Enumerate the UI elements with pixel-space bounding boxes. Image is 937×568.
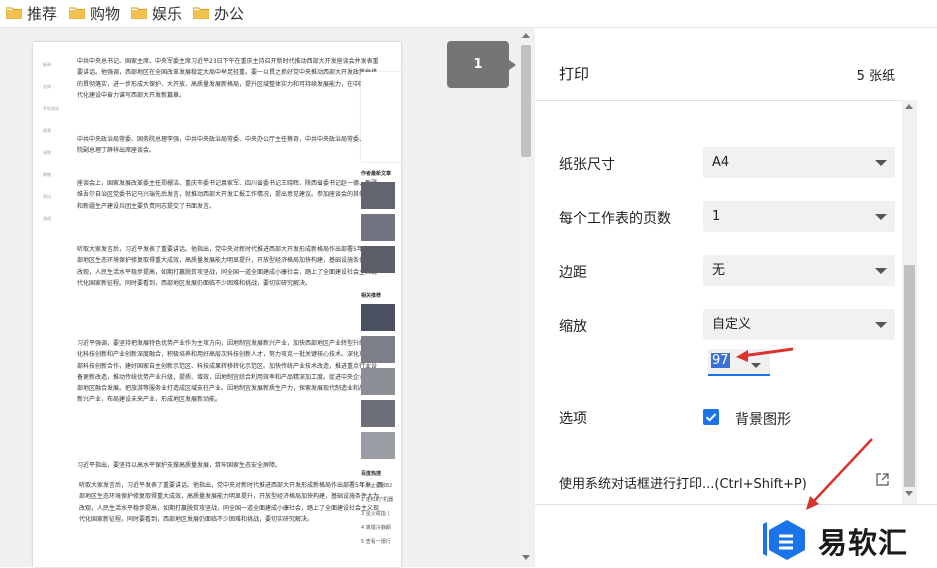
side-card — [361, 72, 401, 162]
bookmark-label: 购物 — [90, 4, 121, 23]
pages-per-sheet-value: 1 — [712, 209, 721, 224]
thumbnail-image — [361, 214, 395, 241]
side-heading: 作者最新文章 — [361, 171, 392, 177]
thumbnail-image — [361, 304, 395, 331]
scroll-down-icon[interactable] — [522, 555, 530, 560]
thumbnail-image — [361, 336, 395, 363]
paper-size-value: A4 — [712, 155, 730, 170]
preview-page: 新闻 全网 手机浏览 视频 采购 购物 资讯 游戏 中共中央总书记、国家主席、中… — [33, 42, 401, 567]
hot-list-item: 3 星火戒指丨 — [361, 511, 391, 517]
bookmarks-bar: 推荐 购物 娱乐 办公 — [0, 0, 937, 28]
article-paragraph: 听取大家发言后，习近平发表了重要讲话。他指出，党中央对新时代推进西部大开发形成新… — [79, 482, 383, 523]
watermark-logo-icon — [763, 520, 805, 560]
hot-list-item: 1 烈士遗骸82 — [361, 483, 393, 489]
nav-item: 全网 — [43, 84, 51, 89]
nav-item: 视频 — [43, 128, 51, 133]
thumbnail-image — [361, 432, 395, 459]
bookmark-label: 推荐 — [27, 4, 58, 23]
system-dialog-link[interactable]: 使用系统对话框进行打印...(Ctrl+Shift+P) — [559, 473, 807, 492]
page-number: 1 — [473, 57, 483, 72]
page-number-badge[interactable]: 1 — [447, 41, 516, 88]
hot-list-item: 4 离婚冷静期 — [361, 525, 391, 531]
bookmark-label: 办公 — [214, 4, 245, 23]
open-external-icon[interactable] — [876, 473, 889, 486]
nav-item: 手机浏览 — [43, 106, 59, 111]
bookmark-label: 娱乐 — [152, 4, 183, 23]
print-title: 打印 — [559, 65, 590, 83]
folder-icon — [131, 7, 147, 19]
article-paragraph: 习近平指出，要坚持以高水平保护支撑高质量发展，筑牢国家生态安全屏障。 — [77, 462, 282, 469]
bookmark-folder-recommend[interactable]: 推荐 — [6, 3, 57, 23]
paper-size-select[interactable]: A4 — [703, 147, 895, 178]
bookmark-folder-shopping[interactable]: 购物 — [69, 3, 120, 23]
background-graphics-checkbox[interactable] — [703, 409, 719, 425]
bookmark-folder-entertainment[interactable]: 娱乐 — [131, 3, 182, 23]
stepper-down-icon[interactable] — [751, 363, 761, 368]
thumbnail-image — [361, 368, 395, 395]
folder-icon — [6, 7, 22, 19]
folder-icon — [193, 7, 209, 19]
pages-per-sheet-select[interactable]: 1 — [703, 201, 895, 232]
nav-item: 采购 — [43, 150, 51, 155]
page-nav-column: 新闻 全网 手机浏览 视频 采购 购物 资讯 游戏 — [43, 62, 59, 238]
chevron-down-icon — [875, 268, 887, 274]
scale-custom-input[interactable]: 97 — [708, 349, 770, 376]
article-paragraph: 听取大家发言后，习近平发表了重要讲话。他指出，党中央对新时代推进西部大开发形成新… — [77, 246, 381, 287]
margins-select[interactable]: 无 — [703, 255, 895, 286]
scroll-up-icon[interactable] — [522, 33, 530, 38]
scale-value: 自定义 — [712, 317, 752, 332]
margins-value: 无 — [712, 263, 726, 278]
chevron-down-icon — [875, 322, 887, 328]
background-graphics-label[interactable]: 背景图形 — [735, 409, 791, 429]
article-paragraph: 中共中央总书记、国家主席、中央军委主席习近平23日下午在重庆主持召开新时代推动西… — [77, 58, 379, 99]
scale-label: 缩放 — [559, 319, 587, 335]
scroll-down-icon[interactable] — [905, 491, 913, 496]
scale-select[interactable]: 自定义 — [703, 309, 895, 340]
scale-custom-value: 97 — [711, 353, 730, 368]
print-preview-area: 新闻 全网 手机浏览 视频 采购 购物 资讯 游戏 中共中央总书记、国家主席、中… — [0, 28, 535, 567]
chevron-down-icon — [875, 214, 887, 220]
thumbnail-image — [361, 400, 395, 427]
thumbnail-image — [361, 246, 395, 273]
margins-label: 边距 — [559, 265, 587, 281]
nav-item: 资讯 — [43, 194, 51, 199]
chevron-down-icon — [875, 160, 887, 166]
article-paragraph: 中共中央政治局常委、国务院总理李强，中共中央政治局常委、中央办公厅主任蔡奇，中共… — [77, 136, 378, 155]
nav-item: 购物 — [43, 172, 51, 177]
watermark-logo-text: 易软汇 — [818, 526, 909, 560]
side-heading: 相关推荐 — [361, 293, 382, 299]
bookmark-folder-office[interactable]: 办公 — [193, 3, 244, 23]
hot-list-item: 2 走红的"机器 — [361, 497, 394, 503]
check-icon — [705, 413, 717, 422]
scroll-up-icon[interactable] — [905, 104, 913, 109]
article-paragraph: 习近平强调，要坚持把发展特色优势产业作为主攻方向，因地制宜发展新兴产业，加快西部… — [77, 340, 378, 404]
side-heading: 百度热搜 — [361, 471, 382, 477]
settings-scrollbar-thumb[interactable] — [904, 265, 915, 487]
paper-size-label: 纸张尺寸 — [559, 157, 615, 173]
hot-list-item: 5 查看一银行 — [361, 539, 391, 545]
nav-item: 游戏 — [43, 216, 51, 221]
sheet-count: 5 张纸 — [856, 69, 895, 84]
pages-per-sheet-label: 每个工作表的页数 — [559, 211, 671, 227]
options-label: 选项 — [559, 411, 587, 427]
preview-scrollbar-thumb[interactable] — [521, 45, 531, 157]
nav-item: 新闻 — [43, 62, 51, 67]
folder-icon — [69, 7, 85, 19]
thumbnail-image — [361, 182, 395, 209]
article-paragraph: 座谈会上，国家发展改革委主任郑栅洁、重庆市委书记袁家军、四川省委书记王晓晖、陕西… — [77, 180, 378, 210]
